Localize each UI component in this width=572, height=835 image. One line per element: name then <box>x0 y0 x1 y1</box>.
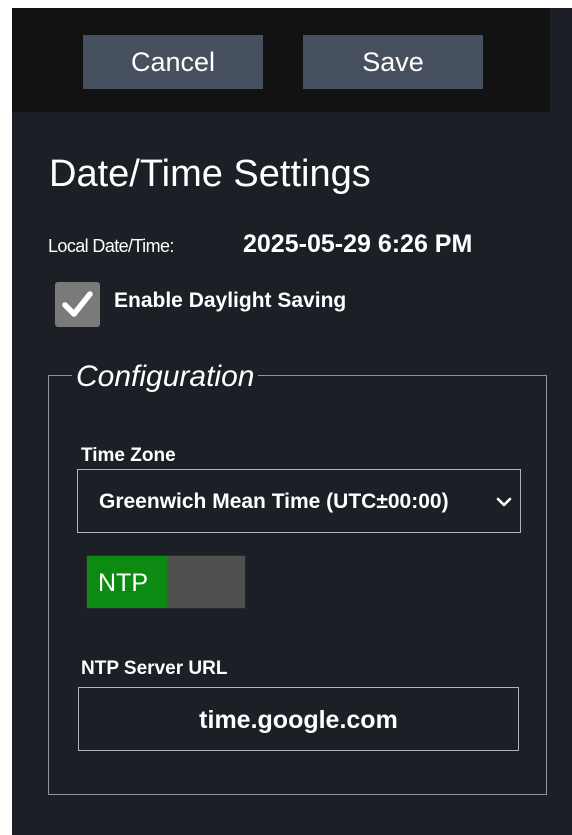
local-datetime-value: 2025-05-29 6:26 PM <box>243 230 473 258</box>
ntp-server-url-value: time.google.com <box>199 706 398 734</box>
daylight-saving-checkbox[interactable] <box>55 282 100 327</box>
ntp-server-url-input[interactable]: time.google.com <box>78 687 519 751</box>
cancel-button[interactable]: Cancel <box>83 35 263 89</box>
daylight-saving-label[interactable]: Enable Daylight Saving <box>114 287 346 315</box>
save-button[interactable]: Save <box>303 35 483 89</box>
checkmark-icon <box>62 291 93 317</box>
configuration-legend: Configuration <box>72 359 259 395</box>
time-zone-label: Time Zone <box>81 445 176 466</box>
ntp-toggle[interactable]: NTP <box>86 555 246 609</box>
action-bar: Cancel Save <box>12 8 550 112</box>
ntp-toggle-label: NTP <box>98 569 148 597</box>
chevron-down-icon <box>496 497 512 507</box>
time-zone-select[interactable]: Greenwich Mean Time (UTC±00:00) <box>77 469 521 533</box>
date-time-settings-panel: Cancel Save Date/Time Settings Local Dat… <box>12 8 572 835</box>
local-datetime-label: Local Date/Time: <box>48 236 174 256</box>
ntp-toggle-on-segment: NTP <box>87 556 167 608</box>
ntp-server-url-label: NTP Server URL <box>81 658 228 679</box>
time-zone-selected-value: Greenwich Mean Time (UTC±00:00) <box>99 490 449 513</box>
page-title: Date/Time Settings <box>49 153 371 195</box>
